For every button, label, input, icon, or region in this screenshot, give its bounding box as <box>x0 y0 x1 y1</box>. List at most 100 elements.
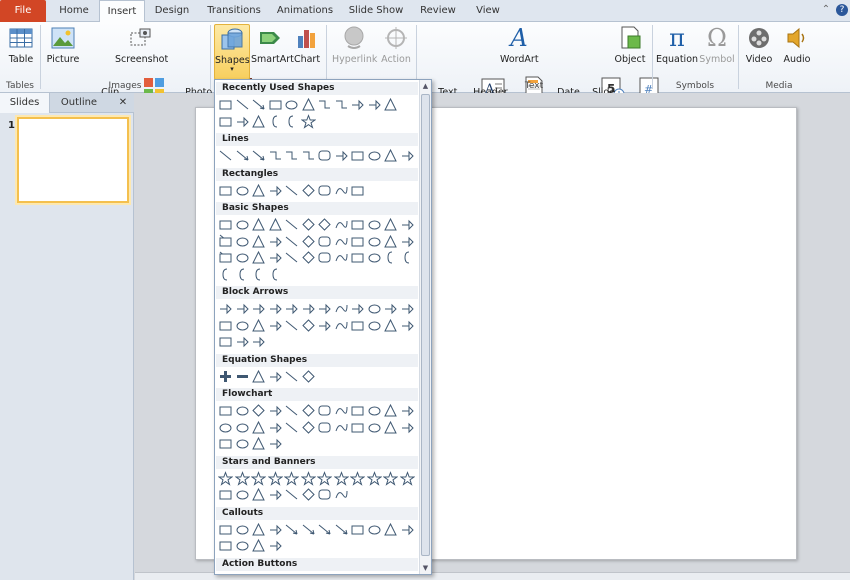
equal-icon[interactable] <box>284 369 299 384</box>
tab-slides[interactable]: Slides <box>0 93 50 113</box>
arc-arrow-icon[interactable] <box>235 114 250 129</box>
magnetic-disk-icon[interactable] <box>235 436 250 451</box>
predefined-icon[interactable] <box>284 403 299 418</box>
right-arrow-icon[interactable] <box>350 97 365 112</box>
audio-button[interactable]: Audio <box>779 24 815 76</box>
block-arc-icon[interactable] <box>235 250 250 265</box>
diamond-icon[interactable] <box>317 217 332 232</box>
sort-icon[interactable] <box>334 420 349 435</box>
hexagon-icon[interactable] <box>350 217 365 232</box>
star24-icon[interactable] <box>383 470 398 486</box>
cloud-callout-icon[interactable] <box>268 522 283 537</box>
diag-stripe-icon[interactable] <box>317 234 332 249</box>
wordart-button[interactable]: A WordArt <box>500 24 539 76</box>
striped-right-icon[interactable] <box>284 318 299 333</box>
curved-up-icon[interactable] <box>251 318 266 333</box>
teardrop-icon[interactable] <box>251 234 266 249</box>
border4-icon[interactable] <box>268 538 283 553</box>
snip2-icon[interactable] <box>268 183 283 198</box>
moon-icon[interactable] <box>334 250 349 265</box>
star8-icon[interactable] <box>317 470 332 486</box>
plus-icon[interactable] <box>218 369 233 384</box>
star32-icon[interactable] <box>399 470 415 486</box>
line-callout1-icon[interactable] <box>284 522 299 537</box>
object-button[interactable]: Object <box>613 24 647 76</box>
oval-icon[interactable] <box>235 217 250 232</box>
blank-icon[interactable] <box>400 573 415 575</box>
help-icon[interactable] <box>383 573 398 574</box>
bracket-right-icon[interactable] <box>235 267 250 282</box>
info-icon[interactable] <box>301 573 316 574</box>
collate-icon[interactable] <box>317 420 332 435</box>
line-callout2-icon[interactable] <box>301 522 316 537</box>
preparation-icon[interactable] <box>367 403 382 418</box>
curved-ribbon2-icon[interactable] <box>268 487 283 502</box>
curved-left-icon[interactable] <box>235 318 250 333</box>
smartart-button[interactable]: SmartArt <box>251 24 294 76</box>
video-button[interactable]: Video <box>741 24 777 76</box>
arc-icon[interactable] <box>251 114 266 129</box>
round-callout-icon[interactable] <box>235 522 250 537</box>
scrollbar-thumb[interactable] <box>421 94 430 556</box>
curve-double-icon[interactable] <box>350 148 365 163</box>
down-arrow-icon[interactable] <box>268 301 283 316</box>
half-frame-icon[interactable] <box>284 234 299 249</box>
left-right-arrow-icon[interactable] <box>284 301 299 316</box>
cross-icon[interactable] <box>334 234 349 249</box>
curved-down-icon[interactable] <box>268 318 283 333</box>
ribbon-up-icon[interactable] <box>218 487 233 502</box>
extract-icon[interactable] <box>350 420 365 435</box>
screenshot-button[interactable]: Screenshot <box>115 24 168 76</box>
accent4-icon[interactable] <box>400 522 415 537</box>
snip-diag-icon[interactable] <box>284 183 299 198</box>
down-arrow-icon[interactable] <box>367 97 382 112</box>
explosion1-icon[interactable] <box>218 470 233 486</box>
horizontal-scroll-icon[interactable] <box>301 487 316 502</box>
delay-icon[interactable] <box>400 420 415 435</box>
textbox-icon[interactable] <box>218 217 233 232</box>
u-turn-icon[interactable] <box>367 301 382 316</box>
elbow-arrow-icon[interactable] <box>334 97 349 112</box>
cloud-icon[interactable] <box>383 97 398 112</box>
triangle-icon[interactable] <box>251 217 266 232</box>
elbow-double-icon[interactable] <box>301 148 316 163</box>
sequential-icon[interactable] <box>218 436 233 451</box>
data-icon[interactable] <box>268 403 283 418</box>
document-icon[interactable] <box>317 403 332 418</box>
cube-icon[interactable] <box>383 234 398 249</box>
right-triangle-icon[interactable] <box>268 217 283 232</box>
bracket-pair-icon[interactable] <box>383 250 398 265</box>
border3-icon[interactable] <box>251 538 266 553</box>
tab-home[interactable]: Home <box>50 0 98 22</box>
brace-right-icon[interactable] <box>268 267 283 282</box>
no-symbol-icon[interactable] <box>218 250 233 265</box>
heart-icon[interactable] <box>284 250 299 265</box>
curved-right-icon[interactable] <box>218 318 233 333</box>
tab-insert[interactable]: Insert <box>99 0 145 23</box>
not-equal-icon[interactable] <box>301 369 316 384</box>
punched-tape-icon[interactable] <box>268 420 283 435</box>
star10-icon[interactable] <box>333 470 349 486</box>
manual-op-icon[interactable] <box>400 403 415 418</box>
up-callout-icon[interactable] <box>400 318 415 333</box>
bevel-icon[interactable] <box>400 234 415 249</box>
scribble-icon[interactable] <box>218 114 233 129</box>
elbow-arrow-icon[interactable] <box>284 148 299 163</box>
double-wave-icon[interactable] <box>334 487 349 502</box>
rect-icon[interactable] <box>268 97 283 112</box>
arrow-icon[interactable] <box>251 97 266 112</box>
star7-icon[interactable] <box>300 470 316 486</box>
round-diag-icon[interactable] <box>350 183 365 198</box>
border2-icon[interactable] <box>235 538 250 553</box>
accent2-icon[interactable] <box>367 522 382 537</box>
notched-right-icon[interactable] <box>301 318 316 333</box>
chord-icon[interactable] <box>235 234 250 249</box>
shapes-button[interactable]: Shapes ▾ <box>214 24 250 80</box>
action-button[interactable]: Action <box>379 24 413 76</box>
tab-file[interactable]: File <box>0 0 46 22</box>
star6-icon[interactable] <box>284 470 299 486</box>
brace-left-icon[interactable] <box>251 267 266 282</box>
chart-button[interactable]: Chart <box>292 24 322 76</box>
vertical-scroll-icon[interactable] <box>284 487 299 502</box>
quad-arrow-icon[interactable] <box>317 301 332 316</box>
